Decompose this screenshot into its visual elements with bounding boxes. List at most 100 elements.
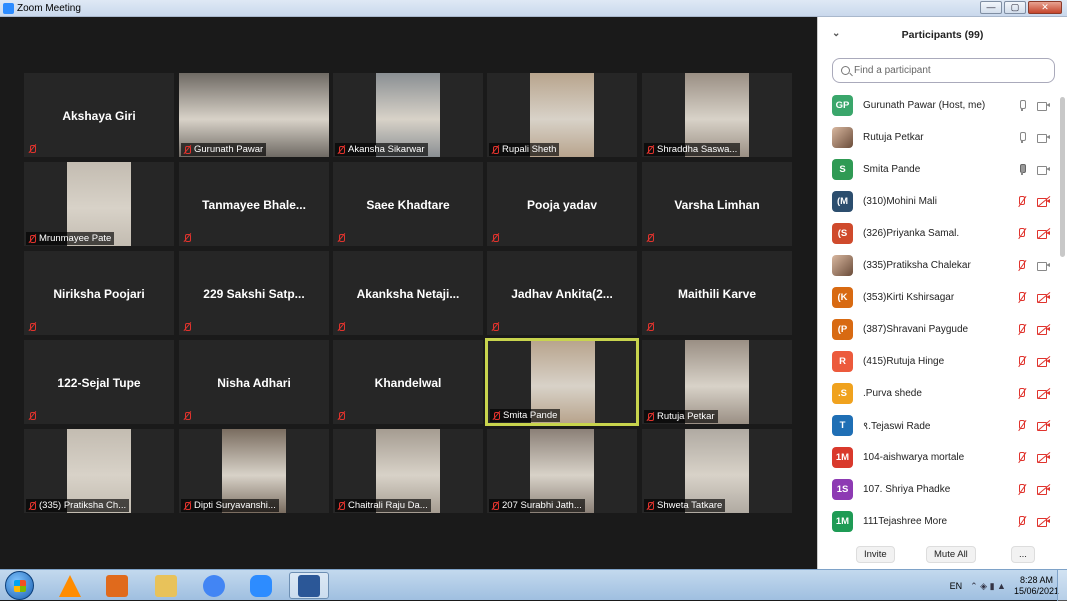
participant-search[interactable] (832, 58, 1055, 83)
participant-row-name: (310)Mohini Mali (863, 195, 937, 207)
mic-muted-icon[interactable] (1017, 484, 1027, 495)
mic-muted-icon[interactable] (1017, 196, 1027, 207)
maximize-button[interactable]: ▢ (1004, 1, 1026, 14)
video-tile[interactable]: Nisha Adhari (179, 340, 329, 424)
mic-muted-icon[interactable] (1017, 388, 1027, 399)
camera-off-icon[interactable] (1037, 324, 1051, 336)
participant-row[interactable]: .S .Purva shede (818, 377, 1056, 409)
video-tile[interactable]: Varsha Limhan (642, 162, 792, 246)
participant-row[interactable]: T ९.Tejaswi Rade (818, 409, 1056, 441)
mic-icon[interactable] (1018, 100, 1027, 111)
video-tile[interactable]: Niriksha Poojari (24, 251, 174, 335)
video-tile[interactable]: Chaitrali Raju Da... (333, 429, 483, 513)
taskbar-app-button[interactable] (146, 572, 186, 599)
video-tile[interactable]: Akshaya Giri (24, 73, 174, 157)
language-indicator[interactable]: EN (950, 581, 963, 591)
participant-status-icons (1017, 388, 1051, 400)
participant-row[interactable]: (S (326)Priyanka Samal. (818, 217, 1056, 249)
participant-row[interactable]: (P (387)Shravani Paygude (818, 313, 1056, 345)
camera-off-icon[interactable] (1037, 228, 1051, 240)
video-tile[interactable]: (335) Pratiksha Ch... (24, 429, 174, 513)
camera-icon[interactable] (1037, 165, 1050, 175)
mic-muted-icon (27, 234, 37, 244)
word-icon (298, 574, 320, 597)
participant-row[interactable]: (M (310)Mohini Mali (818, 185, 1056, 217)
mic-muted-icon[interactable] (1017, 452, 1027, 463)
video-tile[interactable]: Pooja yadav (487, 162, 637, 246)
camera-icon[interactable] (1037, 261, 1050, 271)
video-tile[interactable]: Tanmayee Bhale... (179, 162, 329, 246)
camera-off-icon[interactable] (1037, 356, 1051, 368)
mic-icon[interactable] (1018, 164, 1027, 175)
invite-button[interactable]: Invite (856, 546, 895, 563)
participant-row-name: 111Tejashree More (863, 515, 948, 527)
more-button[interactable]: ... (1011, 546, 1035, 563)
mic-muted-icon[interactable] (1017, 292, 1027, 303)
camera-off-icon[interactable] (1037, 516, 1051, 528)
participant-row[interactable]: 1M 111Tejashree More (818, 505, 1056, 537)
taskbar-app-button[interactable] (289, 572, 329, 599)
start-button[interactable] (5, 571, 34, 600)
camera-off-icon[interactable] (1037, 196, 1051, 208)
camera-off-icon[interactable] (1037, 420, 1051, 432)
slash-mark (1037, 420, 1051, 432)
participant-row[interactable]: 1S 107. Shriya Phadke (818, 473, 1056, 505)
video-tile[interactable]: 207 Surabhi Jath... (487, 429, 637, 513)
participant-row[interactable]: R (415)Rutuja Hinge (818, 345, 1056, 377)
participant-name: Smita Pande (503, 410, 558, 421)
video-tile[interactable]: Gurunath Pawar (179, 73, 329, 157)
video-tile[interactable]: Smita Pande (485, 338, 639, 426)
mute-all-button[interactable]: Mute All (926, 546, 976, 563)
participant-row[interactable]: (K (353)Kirti Kshirsagar (818, 281, 1056, 313)
chevron-down-icon[interactable]: ⌄ (832, 28, 840, 39)
video-tile[interactable]: 122-Sejal Tupe (24, 340, 174, 424)
slash-mark (1037, 484, 1051, 496)
participant-name: 207 Surabhi Jath... (502, 500, 582, 511)
search-input[interactable] (854, 65, 1044, 76)
mic-muted-icon[interactable] (1017, 324, 1027, 335)
mic-muted-icon[interactable] (1017, 356, 1027, 367)
video-tile[interactable]: Akansha Sikarwar (333, 73, 483, 157)
taskbar-app-button[interactable] (241, 572, 281, 599)
participant-row[interactable]: Rutuja Petkar (818, 121, 1056, 153)
video-tile[interactable]: Khandelwal (333, 340, 483, 424)
video-tile[interactable]: 229 Sakshi Satp... (179, 251, 329, 335)
show-desktop-button[interactable] (1057, 570, 1067, 601)
participant-row[interactable]: 1M 104-aishwarya mortale (818, 441, 1056, 473)
mic-muted-icon (27, 411, 37, 421)
participant-row[interactable]: GP Gurunath Pawar (Host, me) (818, 89, 1056, 121)
camera-off-icon[interactable] (1037, 292, 1051, 304)
taskbar-app-button[interactable] (50, 572, 90, 599)
video-tile[interactable]: Mrunmayee Pate (24, 162, 174, 246)
video-tile[interactable]: Rutuja Petkar (642, 340, 792, 424)
taskbar-app-button[interactable] (97, 572, 137, 599)
camera-off-icon[interactable] (1037, 484, 1051, 496)
video-tile[interactable]: Jadhav Ankita(2... (487, 251, 637, 335)
mic-icon[interactable] (1018, 132, 1027, 143)
camera-icon[interactable] (1037, 133, 1050, 143)
mic-muted-icon[interactable] (1017, 228, 1027, 239)
participant-name-label: Dipti Suryavanshi... (181, 499, 279, 512)
video-tile[interactable]: Shraddha Saswa... (642, 73, 792, 157)
video-tile[interactable]: Dipti Suryavanshi... (179, 429, 329, 513)
camera-icon[interactable] (1037, 101, 1050, 111)
video-tile[interactable]: Maithili Karve (642, 251, 792, 335)
mic-muted-icon[interactable] (1017, 516, 1027, 527)
mic-muted-icon[interactable] (1017, 260, 1027, 271)
participant-row[interactable]: S Smita Pande (818, 153, 1056, 185)
camera-off-icon[interactable] (1037, 388, 1051, 400)
camera-off-icon[interactable] (1037, 452, 1051, 464)
taskbar-app-button[interactable] (194, 572, 234, 599)
video-tile[interactable]: Rupali Sheth (487, 73, 637, 157)
mic-muted-icon[interactable] (1017, 420, 1027, 431)
video-tile[interactable]: Akanksha Netaji... (333, 251, 483, 335)
video-tile[interactable]: Shweta Tatkare (642, 429, 792, 513)
participant-list-scrollbar[interactable] (1060, 97, 1065, 257)
participant-name: Rutuja Petkar (657, 411, 715, 422)
video-tile[interactable]: Saee Khadtare (333, 162, 483, 246)
minimize-button[interactable]: — (980, 1, 1002, 14)
clock[interactable]: 8:28 AM 15/06/2021 (1014, 575, 1059, 597)
tray-icons[interactable]: ⌃ ◈ ▮ ▲ (970, 581, 1006, 592)
close-button[interactable]: ✕ (1028, 1, 1062, 14)
participant-row[interactable]: (335)Pratiksha Chalekar (818, 249, 1056, 281)
